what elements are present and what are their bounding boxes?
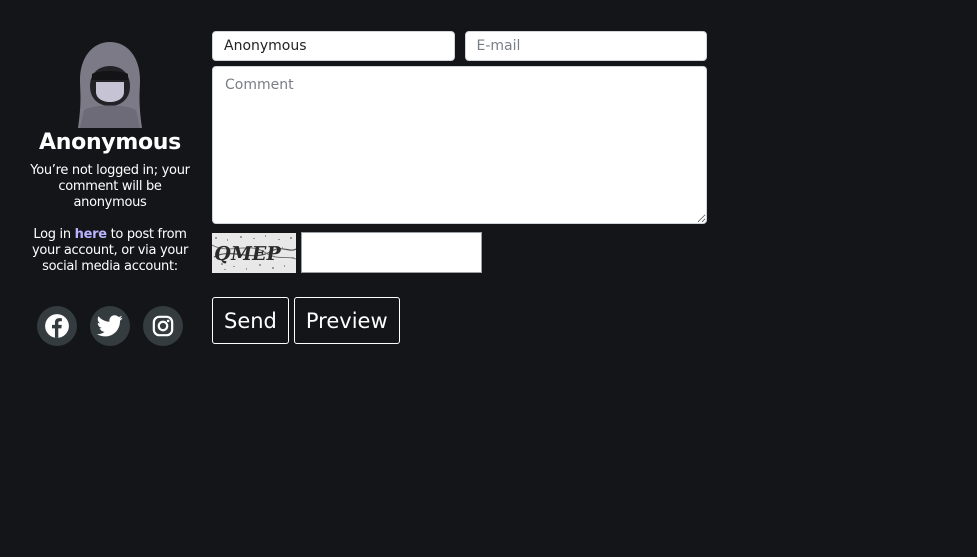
profile-username: Anonymous: [39, 130, 181, 155]
anonymous-notice: You’re not logged in; your comment will …: [30, 163, 190, 210]
user-profile-panel: Anonymous You’re not logged in; your com…: [24, 32, 196, 346]
facebook-login-button[interactable]: [37, 306, 77, 346]
email-input[interactable]: [464, 31, 707, 61]
comment-section: Anonymous You’re not logged in; your com…: [0, 0, 977, 557]
send-button[interactable]: Send: [212, 297, 289, 344]
captcha-image: QMEP: [212, 232, 296, 273]
login-link[interactable]: here: [75, 227, 107, 242]
twitter-icon: [97, 315, 123, 337]
instagram-icon: [152, 315, 174, 337]
instagram-login-button[interactable]: [143, 306, 183, 346]
social-login-buttons: [24, 306, 196, 346]
form-actions: Send Preview: [212, 297, 707, 344]
captcha-input[interactable]: [301, 232, 482, 273]
comment-textarea[interactable]: [212, 66, 707, 224]
facebook-icon: [45, 314, 69, 338]
anonymous-avatar-icon: [78, 42, 142, 128]
comment-form: QMEP Send Preview: [212, 31, 707, 344]
login-prompt-prefix: Log in: [33, 227, 75, 242]
preview-button[interactable]: Preview: [293, 297, 400, 344]
login-prompt: Log in here to post from your account, o…: [24, 227, 196, 275]
twitter-login-button[interactable]: [90, 306, 130, 346]
captcha-row: QMEP: [212, 232, 707, 273]
captcha-text: QMEP: [212, 242, 282, 265]
name-input[interactable]: [212, 31, 455, 61]
identity-fields: [212, 31, 707, 61]
